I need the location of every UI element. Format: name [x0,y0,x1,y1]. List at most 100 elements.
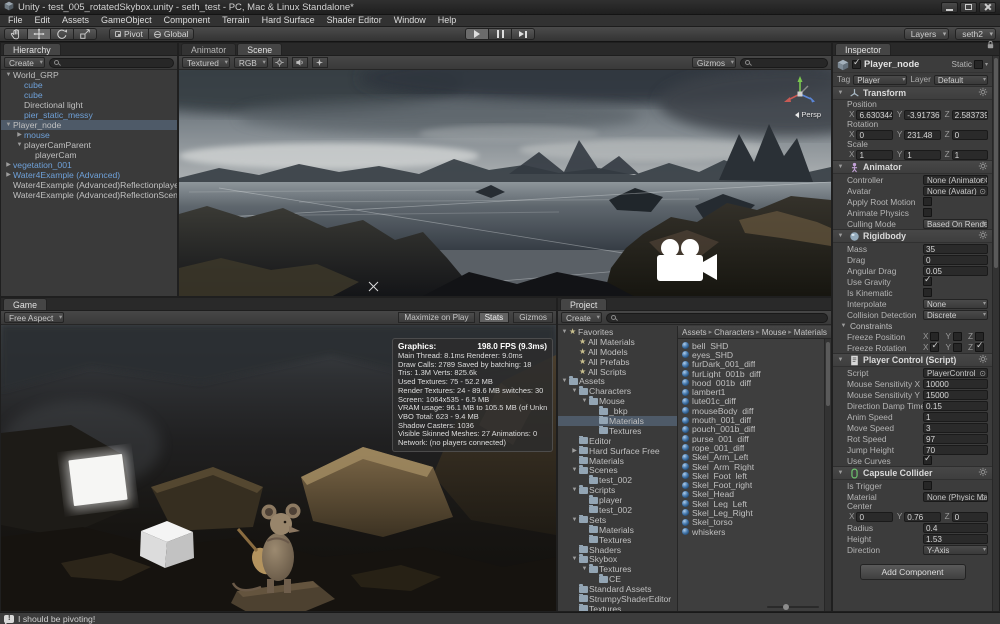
dropdown-field[interactable]: Discrete [923,310,988,320]
foldout-icon[interactable]: ▶ [4,170,13,180]
minimize-button[interactable] [941,2,958,13]
value-field[interactable]: -3.917361 [904,110,940,120]
project-file-item[interactable]: Skel_Head [678,490,831,499]
project-tree-item[interactable]: ★All Materials [558,337,677,347]
inspector-lock-icon[interactable] [986,36,995,54]
foldout-icon[interactable]: ▼ [580,396,589,406]
menu-help[interactable]: Help [432,15,463,26]
foldout-icon[interactable]: ▼ [570,554,579,564]
value-field[interactable]: 6.630344 [856,110,892,120]
checkbox[interactable] [923,481,932,490]
project-tree-item[interactable]: ▶Hard Surface Free [558,446,677,456]
maximize-on-play-toggle[interactable]: Maximize on Play [398,312,474,323]
object-picker-icon[interactable]: ⊙ [979,493,986,502]
component-header-transform[interactable]: ▼Transform [833,86,992,100]
gear-icon[interactable] [978,158,989,176]
menu-hard-surface[interactable]: Hard Surface [256,15,321,26]
foldout-icon[interactable]: ▼ [4,120,13,130]
value-field[interactable]: 0.4 [923,523,988,533]
gameobject-name[interactable]: Player_node [864,59,949,69]
value-field[interactable]: 15000 [923,390,988,400]
tab-project[interactable]: Project [560,298,607,310]
project-file-item[interactable]: hood_001b_diff [678,378,831,387]
object-picker-icon[interactable]: ⊙ [979,176,986,185]
foldout-icon[interactable]: ▼ [836,88,845,98]
foldout-icon[interactable]: ▼ [570,515,579,525]
project-file-item[interactable]: mouseBody_diff [678,406,831,415]
project-file-item[interactable]: Skel_Arm_Right [678,462,831,471]
foldout-icon[interactable]: ▼ [4,70,13,80]
hierarchy-item[interactable]: ▶Water4Example (Advanced) [1,170,177,180]
gear-icon[interactable] [978,464,989,482]
hierarchy-search-input[interactable] [49,58,174,68]
foldout-icon[interactable]: ▼ [836,468,845,478]
hierarchy-item[interactable]: pier_static_messy [1,110,177,120]
global-toggle-button[interactable]: Global [148,28,195,40]
scene-lighting-toggle[interactable] [272,57,288,68]
value-field[interactable]: 1 [856,150,892,160]
gear-icon[interactable] [978,351,989,369]
layers-dropdown[interactable]: Layers [904,28,950,40]
layer-dropdown[interactable]: Default [934,75,988,85]
project-file-item[interactable]: Skel_Leg_Left [678,499,831,508]
hierarchy-item[interactable]: ▶vegetation_001 [1,160,177,170]
static-dropdown-icon[interactable]: ▾ [985,61,988,68]
scene-search-input[interactable] [740,58,828,68]
project-file-item[interactable]: Skel_torso [678,518,831,527]
project-tree-item[interactable]: ★All Prefabs [558,357,677,367]
object-picker-icon[interactable]: ⊙ [979,187,986,196]
project-file-item[interactable]: mouth_001_diff [678,415,831,424]
project-tree-item[interactable]: ▼Characters [558,386,677,396]
hierarchy-item[interactable]: ▼playerCamParent [1,140,177,150]
foldout-icon[interactable]: ▼ [580,564,589,574]
scene-audio-toggle[interactable] [292,57,308,68]
project-file-item[interactable]: purse_001_diff [678,434,831,443]
project-file-item[interactable]: furLight_001b_diff [678,369,831,378]
menu-component[interactable]: Component [158,15,217,26]
game-gizmos-dropdown[interactable]: Gizmos [513,312,553,323]
dropdown-field[interactable]: None [923,299,988,309]
project-tree-item[interactable]: _bkp [558,406,677,416]
value-field[interactable]: 3 [923,423,988,433]
hierarchy-item[interactable]: Directional light [1,100,177,110]
project-tree-item[interactable]: player [558,495,677,505]
breadcrumb-segment[interactable]: Mouse [762,328,787,337]
play-button[interactable] [465,28,489,40]
pause-button[interactable] [488,28,512,40]
close-button[interactable] [979,2,996,13]
project-tree-item[interactable]: ▼Scenes [558,465,677,475]
gear-icon[interactable] [978,227,989,245]
checkbox[interactable] [923,208,932,217]
foldout-icon[interactable]: ▼ [570,485,579,495]
project-tree-item[interactable]: ▼Skybox [558,554,677,564]
project-tree-item[interactable]: ▼Scripts [558,485,677,495]
project-tree-item[interactable]: ▼★Favorites [558,327,677,337]
add-component-button[interactable]: Add Component [860,564,966,580]
hierarchy-item[interactable]: Water4Example (Advanced)Reflectionplayer… [1,180,177,190]
project-tree-item[interactable]: StrumpyShaderEditor [558,594,677,604]
foldout-icon[interactable]: ▶ [570,446,579,456]
project-file-item[interactable]: Skel_Arm_Left [678,453,831,462]
inspector-scrollbar[interactable] [992,56,999,611]
breadcrumb-segment[interactable]: Characters [714,328,754,337]
project-tree-item[interactable]: ▼Textures [558,564,677,574]
value-field[interactable]: 0.05 [923,266,988,276]
project-tree-item[interactable]: CE [558,574,677,584]
tag-dropdown[interactable]: Player [853,75,907,85]
scale-tool-button[interactable] [73,28,97,40]
game-viewport[interactable]: Graphics: 198.0 FPS (9.3ms) Main Thread:… [1,325,556,611]
component-header-animator[interactable]: ▼Animator [833,160,992,174]
foldout-icon[interactable]: ▶ [15,130,24,140]
stats-toggle[interactable]: Stats [479,312,510,323]
project-file-item[interactable]: lambert1 [678,387,831,396]
checkbox[interactable] [953,343,962,352]
component-header-capsule-collider[interactable]: ▼Capsule Collider [833,466,992,480]
value-field[interactable]: 1 [923,412,988,422]
checkbox[interactable]: ✓ [930,343,939,352]
project-tree-item[interactable]: Standard Assets [558,584,677,594]
menu-assets[interactable]: Assets [56,15,95,26]
project-scrollbar[interactable] [824,339,831,611]
scene-effects-toggle[interactable] [312,57,328,68]
foldout-icon[interactable]: ▼ [560,327,569,337]
project-tree-item[interactable]: ▼Mouse [558,396,677,406]
